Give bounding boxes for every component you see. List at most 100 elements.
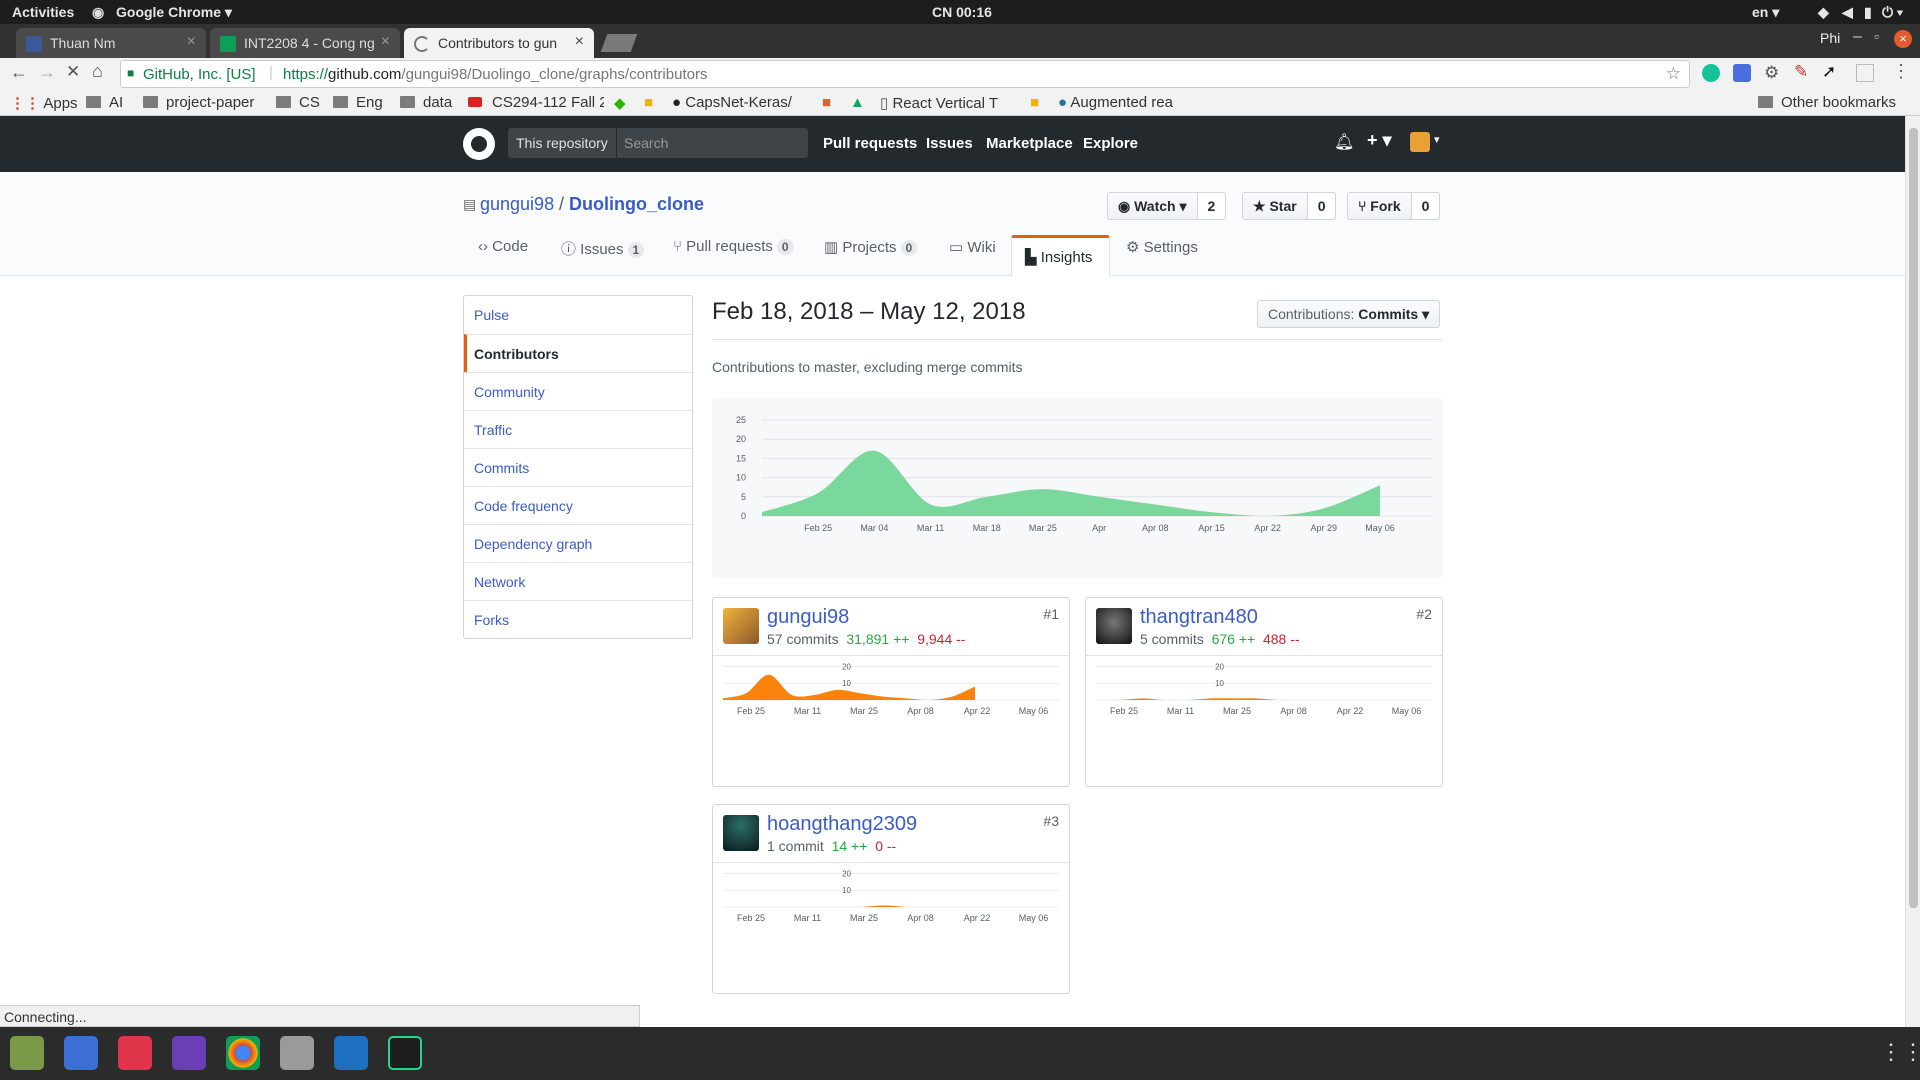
bookmark-folder-data[interactable]: data (400, 94, 452, 111)
back-icon[interactable]: ← (10, 62, 28, 83)
nav-issues[interactable]: Issues (926, 135, 973, 152)
tab-projects[interactable]: ▥ Projects 0 (824, 238, 918, 256)
chrome-icon[interactable] (226, 1036, 260, 1070)
sidebar-item-traffic[interactable]: Traffic (464, 410, 692, 448)
translate-extension-icon[interactable] (1733, 64, 1751, 82)
contributor-name[interactable]: thangtran480 (1140, 606, 1258, 629)
webstorm-icon[interactable] (388, 1036, 422, 1070)
bookmark-folder-cs[interactable]: CS (276, 94, 320, 111)
forward-icon[interactable]: → (38, 62, 56, 83)
site-identity[interactable]: GitHub, Inc. [US] (143, 66, 256, 83)
sidebar-item-commits[interactable]: Commits (464, 448, 692, 486)
url-text[interactable]: https://github.com/gungui98/Duolingo_clo… (283, 66, 707, 83)
bookmark-star-icon[interactable]: ☆ (1666, 64, 1681, 84)
tab-wiki[interactable]: ▭ Wiki (949, 238, 996, 256)
bookmark-capsnet[interactable]: ● CapsNet-Keras/ (672, 94, 808, 111)
cursor-extension-icon[interactable]: ➚ (1822, 62, 1836, 82)
watch-count[interactable]: 2 (1197, 192, 1227, 220)
repo-name[interactable]: Duolingo_clone (569, 194, 704, 215)
contributions-chart[interactable]: 0 5 10 15 20 25 Feb 25 Mar 04 Mar 11 Mar 18 Mar 25… (712, 398, 1443, 578)
sidebar-item-network[interactable]: Network (464, 562, 692, 600)
github-logo-icon[interactable] (463, 128, 495, 160)
avatar[interactable] (723, 608, 759, 644)
fork-button[interactable]: ⑂ Fork (1347, 192, 1412, 220)
commit-count[interactable]: 1 commit (767, 838, 824, 854)
minimize-icon[interactable]: – (1853, 28, 1862, 46)
tab-sheets[interactable]: INT2208 4 - Cong ng × (210, 28, 400, 58)
app-icon[interactable] (118, 1036, 152, 1070)
visual-studio-icon[interactable] (172, 1036, 206, 1070)
profile-name[interactable]: Phi (1820, 30, 1840, 46)
pen-extension-icon[interactable]: ✎ (1794, 62, 1808, 82)
home-icon[interactable]: ⌂ (92, 61, 103, 82)
tab-facebook[interactable]: Thuan Nm × (16, 28, 206, 58)
star-count[interactable]: 0 (1307, 192, 1337, 220)
bell-icon[interactable]: 🔔︎ (1334, 132, 1354, 152)
bookmark-apps[interactable]: ⋮⋮ Apps (10, 94, 78, 112)
sidebar-item-pulse[interactable]: Pulse (464, 296, 692, 334)
nav-pull-requests[interactable]: Pull requests (823, 135, 917, 152)
bookmark-react-vertical[interactable]: ▯ React Vertical T (880, 94, 1016, 112)
avatar[interactable] (723, 815, 759, 851)
search-input[interactable]: Search (624, 135, 668, 151)
sidebar-item-dependency-graph[interactable]: Dependency graph (464, 524, 692, 562)
volume-icon[interactable]: ◀ (1842, 4, 1853, 21)
sidebar-item-contributors[interactable]: Contributors (464, 334, 692, 372)
power-icon[interactable]: ⏻ ▾ (1882, 4, 1903, 21)
wifi-icon[interactable]: ◆ (1818, 4, 1829, 21)
bookmark-folder-eng[interactable]: Eng (333, 94, 383, 111)
watch-button[interactable]: ◉ Watch ▾ (1107, 192, 1198, 220)
clock[interactable]: CN 00:16 (932, 4, 992, 20)
bookmark-box-icon[interactable]: ■ (644, 94, 653, 111)
close-icon[interactable]: × (381, 33, 390, 51)
commit-count[interactable]: 57 commits (767, 631, 839, 647)
activities-button[interactable]: Activities (12, 4, 74, 20)
battery-icon[interactable]: ▮ (1864, 4, 1872, 21)
bookmark-box-icon[interactable]: ■ (1030, 94, 1039, 111)
contributor-name[interactable]: hoangthang2309 (767, 813, 917, 836)
address-bar[interactable]: ■ GitHub, Inc. [US] | https://github.com… (120, 60, 1690, 88)
star-button[interactable]: ★ Star (1242, 192, 1308, 220)
tab-insights[interactable]: ▙ Insights (1011, 235, 1110, 277)
drive-icon[interactable]: ▲ (850, 94, 865, 111)
extension-icon[interactable] (1856, 64, 1874, 82)
tab-settings[interactable]: ⚙ Settings (1126, 238, 1198, 256)
fork-count[interactable]: 0 (1411, 192, 1441, 220)
bookmark-icon[interactable]: ■ (822, 94, 831, 111)
maximize-icon[interactable]: ▫ (1874, 28, 1879, 44)
contributions-dropdown[interactable]: Contributions: Commits ▾ (1257, 300, 1441, 328)
sidebar-item-code-frequency[interactable]: Code frequency (464, 486, 692, 524)
language-indicator[interactable]: en ▾ (1752, 4, 1779, 21)
docs-icon[interactable] (64, 1036, 98, 1070)
commit-count[interactable]: 5 commits (1140, 631, 1204, 647)
bookmark-folder-ai[interactable]: AI (86, 94, 123, 111)
menu-icon[interactable]: ⋮ (1892, 61, 1910, 82)
window-close-icon[interactable]: × (1894, 30, 1912, 48)
scrollbar[interactable] (1905, 116, 1920, 1027)
tab-code[interactable]: ‹› Code (478, 238, 528, 255)
avatar[interactable] (1096, 608, 1132, 644)
close-icon[interactable]: × (575, 33, 584, 51)
repo-owner[interactable]: gungui98 (480, 194, 554, 215)
plus-icon[interactable]: + ▾ (1367, 130, 1392, 151)
chevron-down-icon[interactable]: ▾ (1434, 133, 1440, 146)
show-apps-icon[interactable]: ⋮⋮⋮ (1880, 1039, 1920, 1065)
close-icon[interactable]: × (187, 33, 196, 51)
files-icon[interactable] (10, 1036, 44, 1070)
tab-issues[interactable]: ⓘ Issues 1 (561, 238, 645, 259)
sidebar-item-community[interactable]: Community (464, 372, 692, 410)
extension-icon[interactable]: ⚙ (1764, 63, 1779, 83)
nav-marketplace[interactable]: Marketplace (986, 135, 1073, 152)
bookmark-cs294[interactable]: CS294-112 Fall 2 (468, 94, 604, 111)
tab-pull-requests[interactable]: ⑂ Pull requests 0 (673, 238, 794, 255)
bookmark-android-icon[interactable]: ◆ (614, 94, 626, 112)
scrollbar-thumb[interactable] (1909, 128, 1918, 908)
sidebar-item-forks[interactable]: Forks (464, 600, 692, 638)
stop-icon[interactable]: ✕ (66, 62, 80, 82)
search-box[interactable]: This repository Search (508, 128, 808, 158)
bookmark-augmented[interactable]: ● Augmented rea (1058, 94, 1194, 111)
grammarly-extension-icon[interactable] (1702, 64, 1720, 82)
contributor-name[interactable]: gungui98 (767, 606, 849, 629)
bookmark-folder-project-paper[interactable]: project-paper (143, 94, 254, 111)
system-monitor-icon[interactable] (334, 1036, 368, 1070)
